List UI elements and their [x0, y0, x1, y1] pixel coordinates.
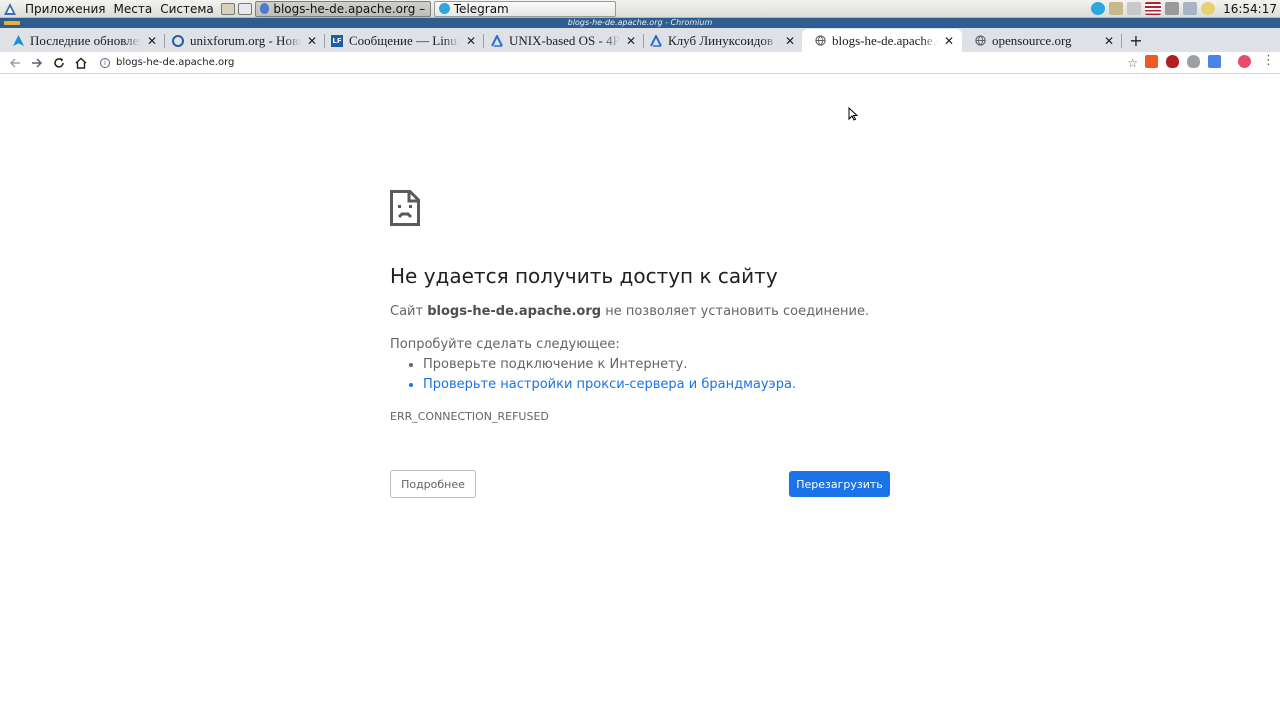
- tab-label: Последние обновления: [30, 32, 141, 48]
- tab-opensource[interactable]: opensource.org ✕: [962, 29, 1122, 52]
- site-info-icon[interactable]: i: [100, 57, 110, 68]
- browser-menu-icon[interactable]: ⋮: [1262, 53, 1275, 68]
- suggestion-check-proxy-link[interactable]: Проверьте настройки прокси-сервера и бра…: [423, 377, 796, 397]
- lf-logo-icon: LF: [331, 34, 343, 47]
- clipboard-tray-icon[interactable]: [1109, 2, 1124, 15]
- arch-logo-icon: [12, 35, 24, 47]
- tab-label: opensource.org: [992, 32, 1072, 48]
- tab-linux-forum[interactable]: LF Сообщение — Linux ✕: [319, 29, 484, 52]
- terminal-launcher-icon[interactable]: [237, 2, 252, 15]
- 4pda-logo-icon: [650, 34, 662, 47]
- menu-system[interactable]: Система: [156, 0, 218, 18]
- address-bar-url[interactable]: blogs-he-de.apache.org: [116, 57, 234, 68]
- details-button[interactable]: Подробнее: [390, 470, 476, 498]
- taskbar-item-telegram[interactable]: Telegram: [433, 0, 616, 17]
- profile-avatar[interactable]: [1238, 55, 1251, 68]
- tab-label: unixforum.org - Новые: [190, 32, 301, 48]
- mouse-cursor-icon: [848, 106, 859, 125]
- error-title: Не удается получить доступ к сайту: [390, 264, 778, 288]
- bookmark-star-icon[interactable]: ☆: [1127, 56, 1138, 70]
- address-bar[interactable]: i blogs-he-de.apache.org ☆: [92, 53, 1138, 72]
- tab-linux-club[interactable]: Клуб Линуксоидов - ... ✕: [638, 29, 803, 52]
- menu-places[interactable]: Места: [110, 0, 157, 18]
- system-panel: Приложения Места Система blogs-he-de.apa…: [0, 0, 1280, 18]
- tab-label: blogs-he-de.apache.org: [832, 32, 938, 48]
- tab-label: UNIX-based OS - 4PDA: [509, 32, 620, 48]
- chromium-icon: [259, 3, 270, 14]
- tab-close-icon[interactable]: ✕: [783, 34, 797, 48]
- browser-toolbar: i blogs-he-de.apache.org ☆: [0, 52, 1280, 74]
- tab-close-icon[interactable]: ✕: [1102, 34, 1116, 48]
- error-description: Сайт blogs-he-de.apache.org не позволяет…: [390, 304, 869, 319]
- weather-icon[interactable]: [1201, 2, 1216, 15]
- tab-close-icon[interactable]: ✕: [624, 34, 638, 48]
- tab-close-icon[interactable]: ✕: [464, 34, 478, 48]
- sad-page-icon: [390, 190, 420, 226]
- extension-ublock-icon[interactable]: [1166, 55, 1179, 68]
- error-code: ERR_CONNECTION_REFUSED: [390, 410, 549, 423]
- window-title: blogs-he-de.apache.org - Chromium: [567, 18, 713, 27]
- suggestions-list: Проверьте подключение к Интернету. Прове…: [423, 357, 796, 397]
- 4pda-logo-icon: [491, 34, 503, 47]
- tab-close-icon[interactable]: ✕: [942, 34, 956, 48]
- globe-icon: [814, 35, 826, 47]
- error-description-suffix: не позволяет установить соединение.: [601, 304, 870, 319]
- back-arrow-icon[interactable]: [4, 53, 26, 73]
- keyboard-layout-flag-icon[interactable]: [1145, 2, 1162, 15]
- error-host: blogs-he-de.apache.org: [427, 304, 602, 319]
- taskbar-item-label: blogs-he-de.apache.org – C...: [273, 1, 426, 16]
- telegram-tray-icon[interactable]: [1091, 2, 1106, 15]
- taskbar-item-chromium[interactable]: blogs-he-de.apache.org – C...: [254, 0, 431, 17]
- forward-arrow-icon[interactable]: [26, 53, 48, 73]
- reload-icon[interactable]: [48, 53, 70, 73]
- tab-strip: Последние обновления ✕ unixforum.org - Н…: [0, 28, 1280, 52]
- tab-unixforum[interactable]: unixforum.org - Новые ✕: [160, 29, 325, 52]
- reload-button[interactable]: Перезагрузить: [789, 471, 890, 497]
- file-manager-launcher-icon[interactable]: [220, 2, 235, 15]
- menu-applications[interactable]: Приложения: [21, 0, 110, 18]
- globe-icon: [974, 35, 986, 47]
- error-description-prefix: Сайт: [390, 304, 428, 319]
- tab-apache-blogs[interactable]: blogs-he-de.apache.org ✕: [802, 29, 962, 52]
- extension-brave-icon[interactable]: [1145, 55, 1158, 68]
- extension-shield-icon[interactable]: [1187, 55, 1200, 68]
- tab-4pda-unix[interactable]: UNIX-based OS - 4PDA ✕: [479, 29, 644, 52]
- tab-close-icon[interactable]: ✕: [145, 34, 159, 48]
- volume-icon[interactable]: [1165, 2, 1180, 15]
- tab-close-icon[interactable]: ✕: [305, 34, 319, 48]
- usb-tray-icon[interactable]: [1127, 2, 1142, 15]
- distro-logo-icon[interactable]: [3, 2, 17, 16]
- tab-label: Сообщение — Linux: [349, 32, 460, 48]
- tab-label: Клуб Линуксоидов - ...: [668, 32, 779, 48]
- clock[interactable]: 16:54:17: [1223, 2, 1277, 16]
- window-menu-icon[interactable]: [4, 21, 20, 25]
- telegram-icon: [438, 3, 450, 14]
- home-icon[interactable]: [70, 53, 92, 73]
- suggestions-heading: Попробуйте сделать следующее:: [390, 337, 620, 352]
- window-title-bar[interactable]: blogs-he-de.apache.org - Chromium: [0, 18, 1280, 28]
- new-tab-plus-icon[interactable]: +: [1126, 31, 1146, 51]
- extension-translate-icon[interactable]: [1208, 55, 1221, 68]
- tab-arch-updates[interactable]: Последние обновления ✕: [0, 29, 165, 52]
- suggestion-check-connection: Проверьте подключение к Интернету.: [423, 357, 796, 377]
- taskbar-item-label: Telegram: [453, 1, 509, 16]
- network-icon[interactable]: [1183, 2, 1198, 15]
- unixforum-logo-icon: [172, 34, 184, 47]
